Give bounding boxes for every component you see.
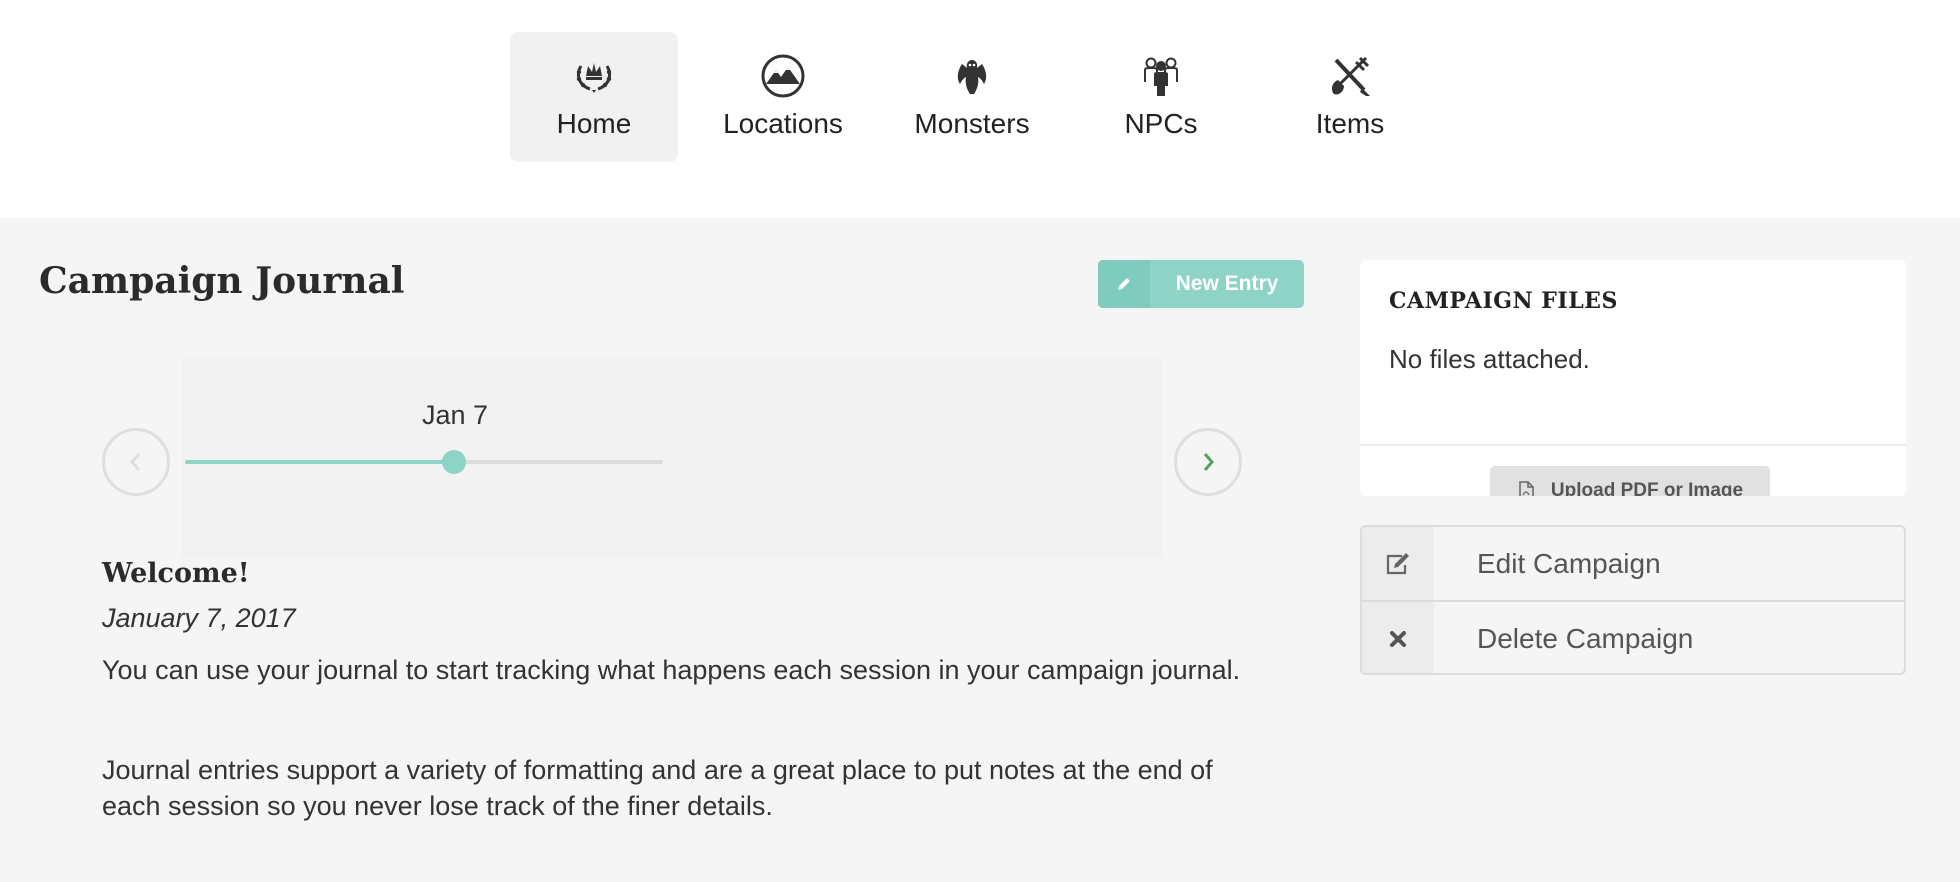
crossed-weapons-icon <box>1331 56 1370 96</box>
campaign-actions: Edit Campaign Delete Campaign <box>1360 525 1906 675</box>
next-entry-button[interactable] <box>1174 428 1242 496</box>
campaign-files-card: CAMPAIGN FILES No files attached. Upload… <box>1360 260 1906 496</box>
new-entry-button[interactable]: New Entry <box>1098 260 1304 308</box>
mountain-icon <box>761 54 805 98</box>
dragon-icon <box>957 60 987 94</box>
nav-item-label: Monsters <box>914 108 1030 139</box>
edit-campaign-button[interactable]: Edit Campaign <box>1362 527 1904 600</box>
edit-icon <box>1362 527 1434 600</box>
divider <box>1360 444 1906 446</box>
pdf-file-icon <box>1519 481 1534 496</box>
nav-item-home[interactable]: Home <box>510 32 678 162</box>
timeline-current-date: Jan 7 <box>421 400 489 430</box>
pencil-icon <box>1098 260 1150 308</box>
campaign-files-panel: CAMPAIGN FILES No files attached. Upload… <box>1360 260 1906 496</box>
nav-item-monsters[interactable]: Monsters <box>888 32 1056 162</box>
people-icon <box>1144 57 1178 96</box>
close-icon <box>1362 602 1434 673</box>
timeline-panel <box>182 358 1162 558</box>
nav-item-locations[interactable]: Locations <box>699 32 867 162</box>
upload-label: Upload PDF or Image <box>1550 480 1744 496</box>
entry-paragraph: Journal entries support a variety of for… <box>102 755 1213 821</box>
nav-item-label: Items <box>1315 108 1385 139</box>
delete-campaign-label: Delete Campaign <box>1477 622 1694 654</box>
campaign-files-heading: CAMPAIGN FILES <box>1389 288 1618 314</box>
upload-file-button[interactable]: Upload PDF or Image <box>1490 466 1770 496</box>
page-title: Campaign Journal <box>39 260 405 302</box>
chevron-right-icon <box>1203 453 1214 471</box>
top-navigation: Home Locations Monsters NPCs Items <box>0 0 1960 218</box>
nav-item-label: Locations <box>723 108 843 139</box>
entry-date: January 7, 2017 <box>102 603 296 633</box>
previous-entry-button[interactable] <box>102 428 170 496</box>
entry-paragraph: You can use your journal to start tracki… <box>102 655 1241 685</box>
new-entry-label: New Entry <box>1175 272 1279 295</box>
nav-item-npcs[interactable]: NPCs <box>1077 32 1245 162</box>
nav-item-label: Home <box>556 108 632 139</box>
timeline-marker[interactable] <box>442 450 466 474</box>
no-files-text: No files attached. <box>1389 344 1590 374</box>
entry-title: Welcome! <box>102 558 250 589</box>
edit-campaign-label: Edit Campaign <box>1477 547 1661 579</box>
timeline-progress <box>185 460 453 464</box>
nav-item-items[interactable]: Items <box>1266 32 1434 162</box>
delete-campaign-button[interactable]: Delete Campaign <box>1362 602 1904 673</box>
main-content: Campaign Journal New Entry Jan 7 Welcome… <box>0 218 1960 882</box>
crown-laurel-icon <box>576 63 612 93</box>
timeline-track[interactable] <box>185 460 663 464</box>
chevron-left-icon <box>130 453 141 471</box>
nav-item-label: NPCs <box>1124 108 1198 139</box>
